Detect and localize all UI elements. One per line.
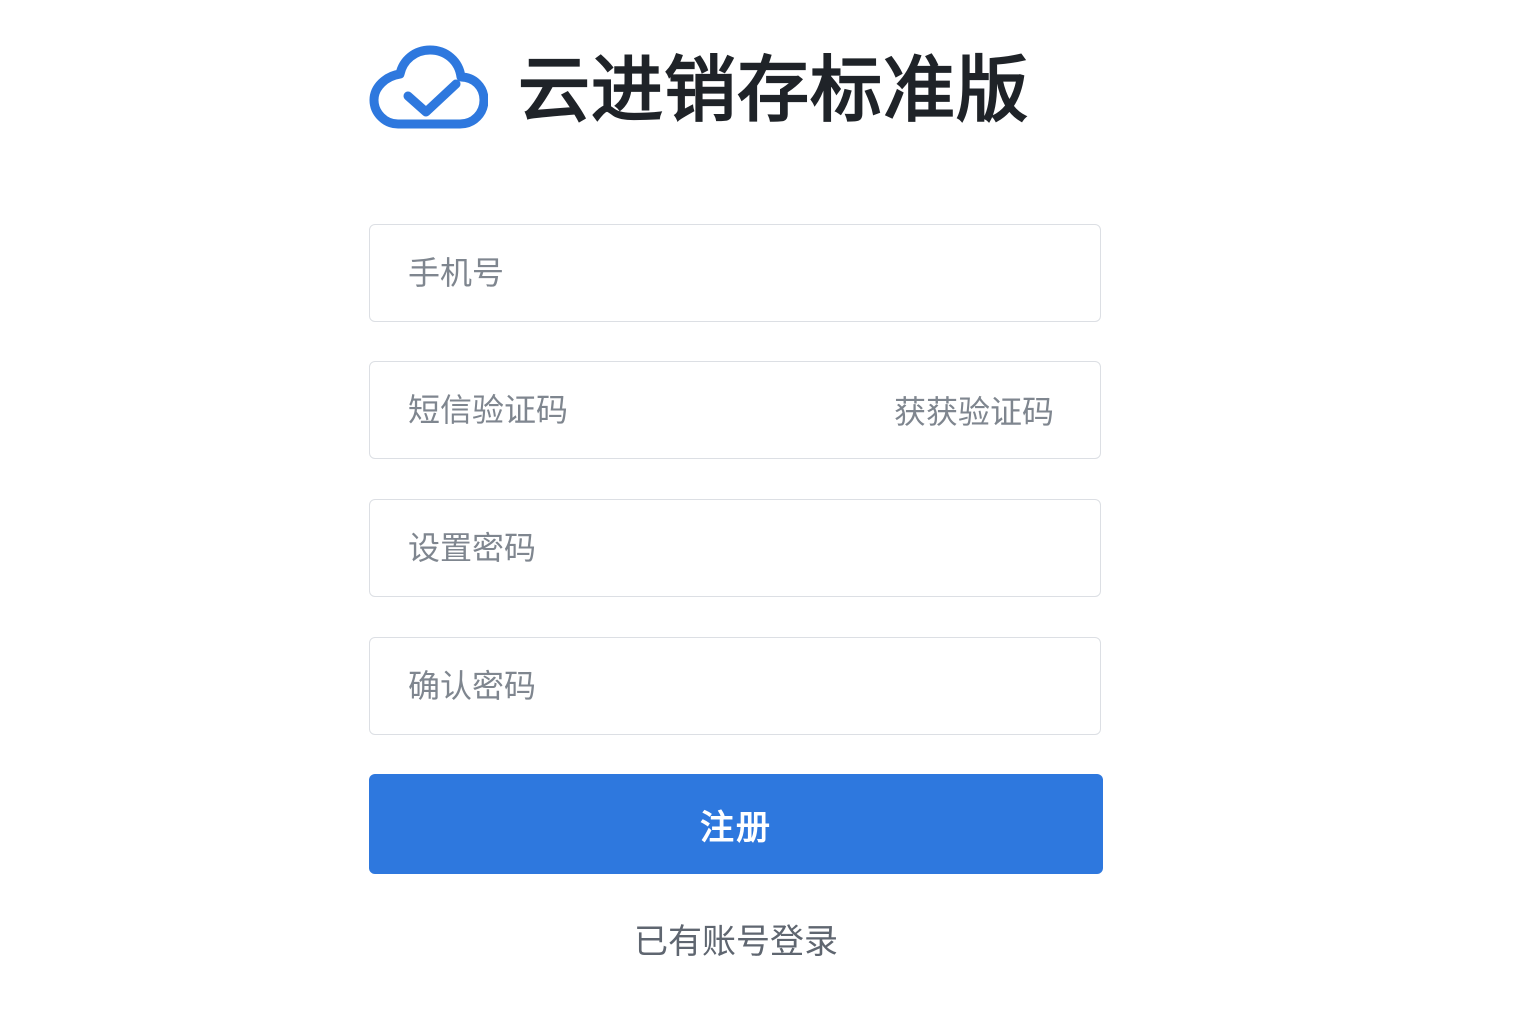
- password-field: [369, 499, 1101, 597]
- register-page: 云进销存标准版 获获验证码 注册 已有账号登录: [0, 0, 1536, 1024]
- brand-header: 云进销存标准版: [368, 40, 1029, 140]
- phone-input[interactable]: [370, 225, 1100, 321]
- login-link[interactable]: 已有账号登录: [369, 914, 1103, 963]
- password-input[interactable]: [370, 500, 1100, 596]
- confirm-password-field: [369, 637, 1101, 735]
- phone-field: [369, 224, 1101, 322]
- get-code-button[interactable]: 获获验证码: [894, 362, 1054, 458]
- register-button[interactable]: 注册: [369, 774, 1103, 874]
- cloud-check-icon: [369, 45, 488, 129]
- sms-code-field: 获获验证码: [369, 361, 1101, 459]
- confirm-password-input[interactable]: [370, 638, 1100, 734]
- app-title: 云进销存标准版: [518, 48, 1030, 132]
